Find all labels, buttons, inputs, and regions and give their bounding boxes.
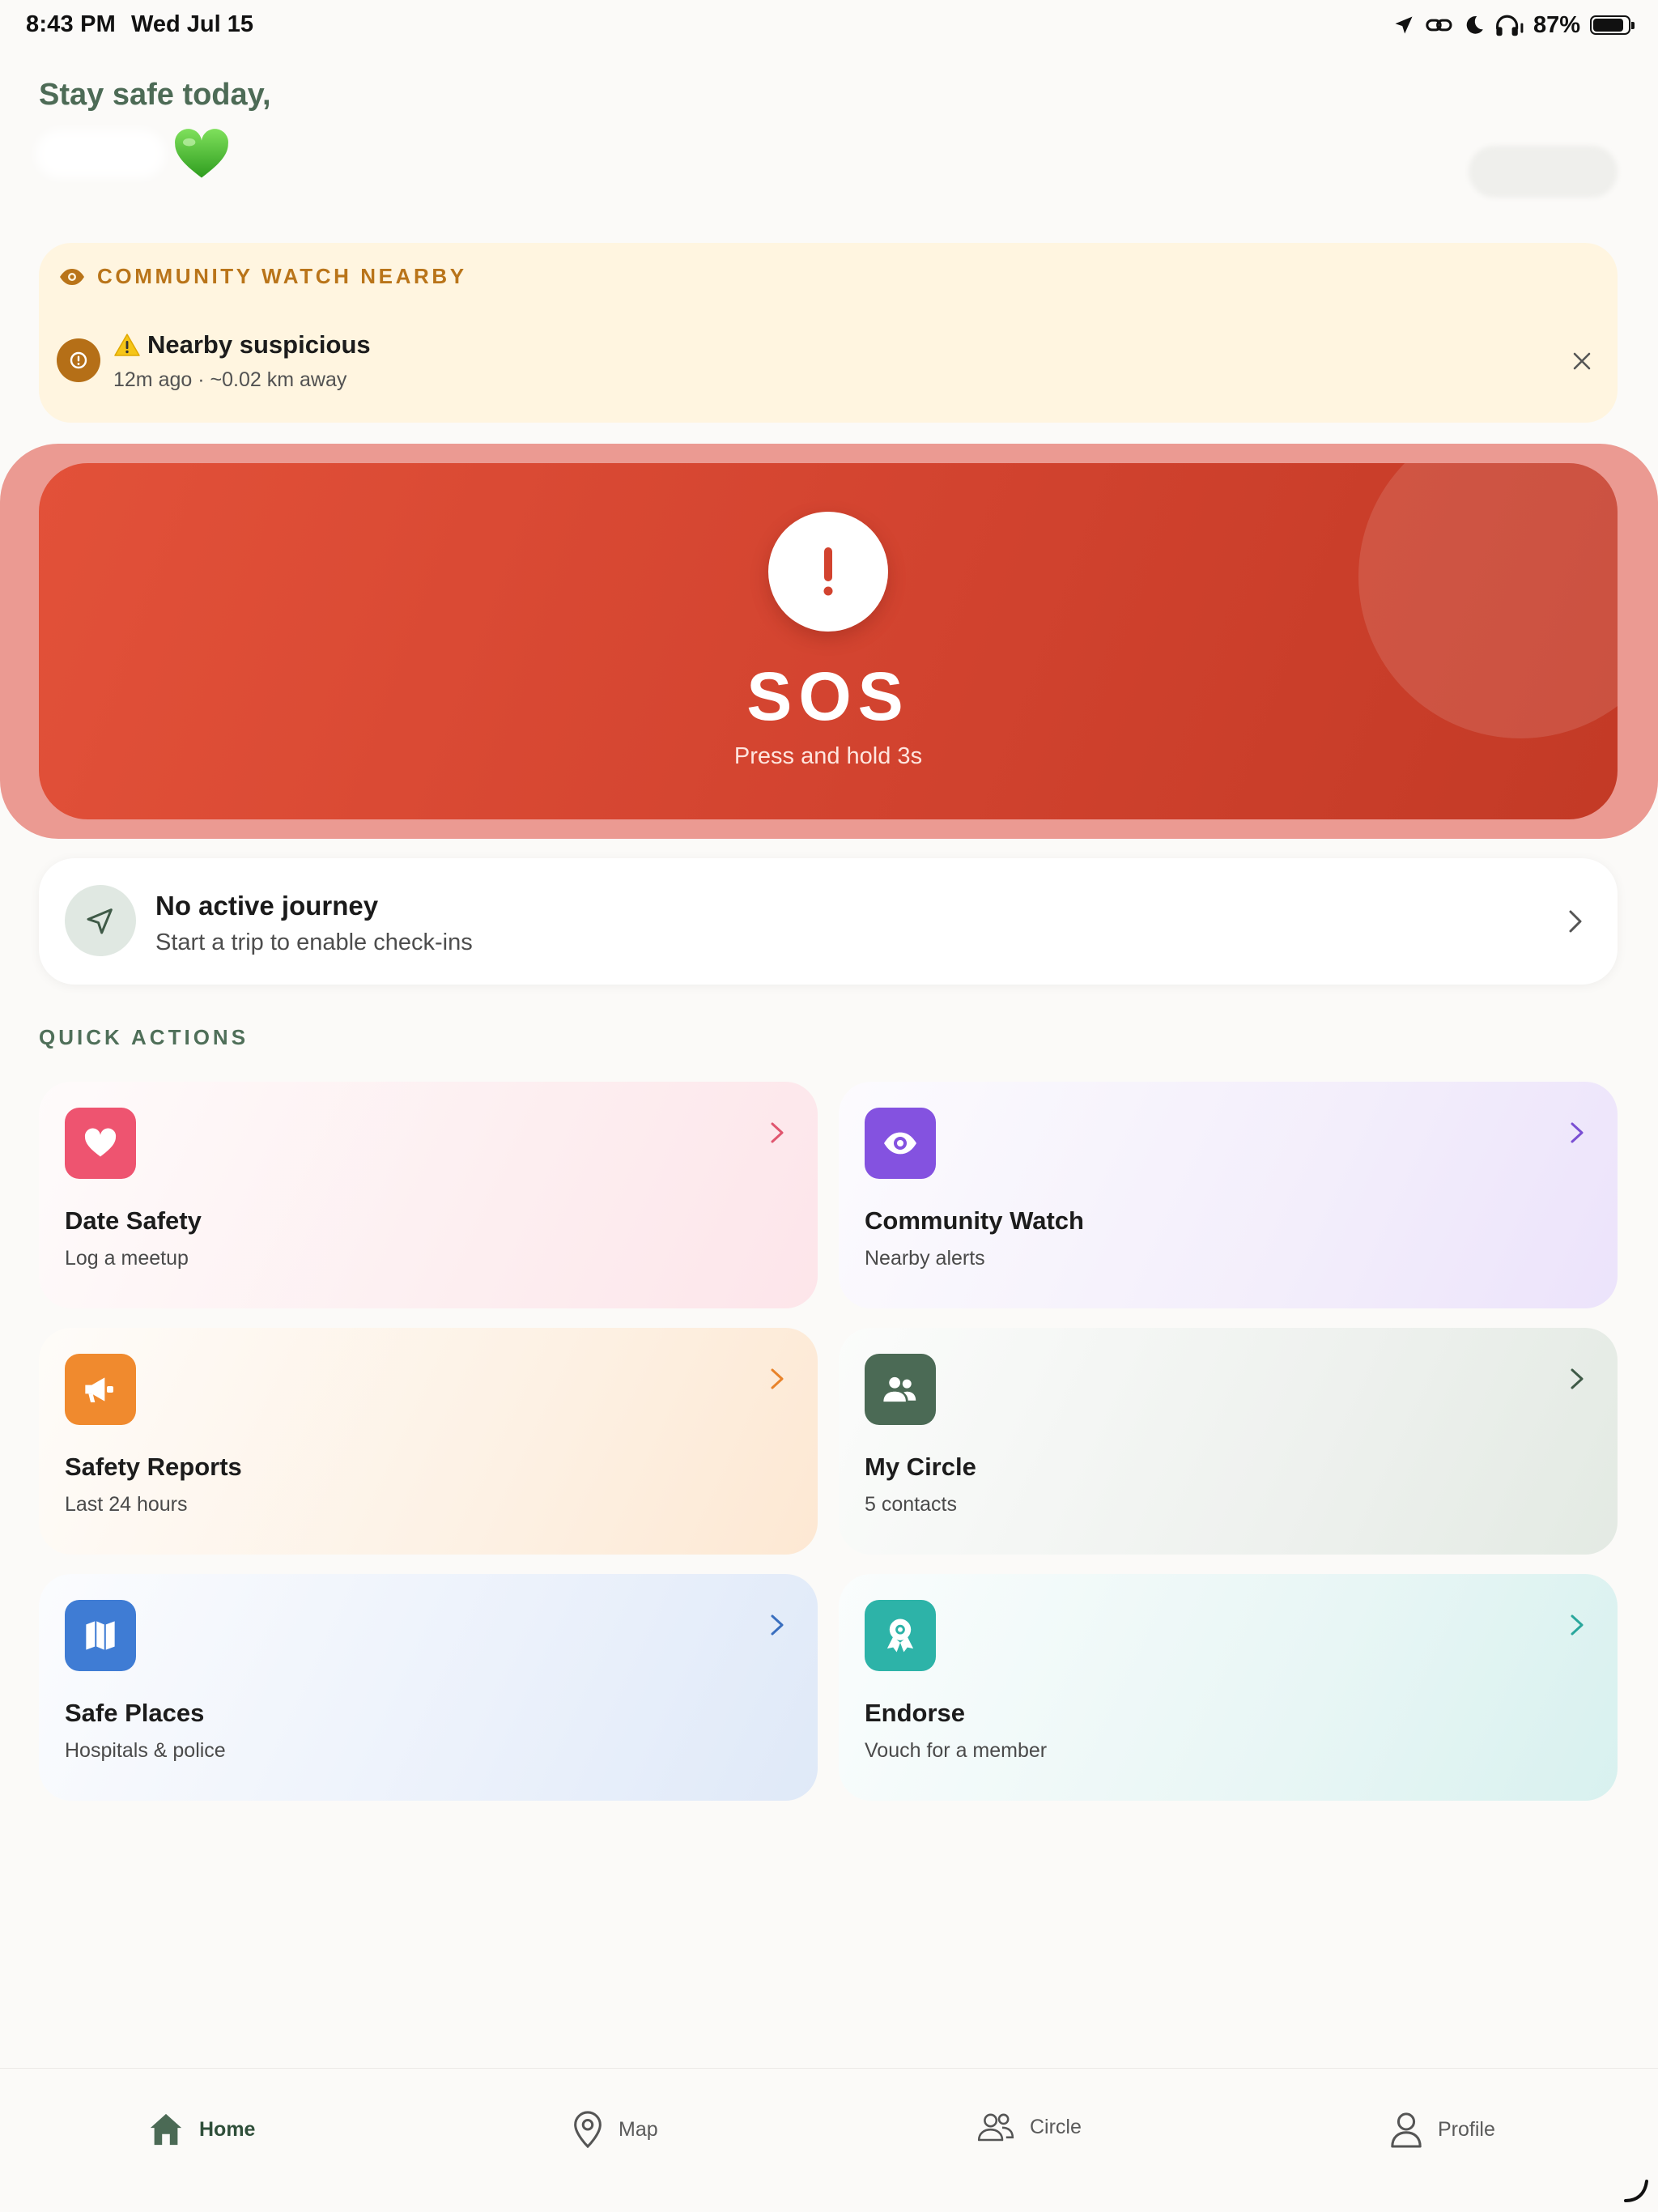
chevron-right-icon (1569, 910, 1582, 933)
map-pin-icon (574, 2111, 602, 2148)
card-subtitle: Nearby alerts (865, 1247, 985, 1270)
card-title: Endorse (865, 1699, 966, 1727)
moon-icon (1466, 16, 1483, 34)
tab-label: Map (619, 2117, 658, 2141)
eye-icon (865, 1108, 936, 1179)
quick-action-safe-places[interactable]: Safe Places Hospitals & police (39, 1574, 818, 1801)
status-icons: 87% (1392, 10, 1635, 40)
quick-actions-label: QUICK ACTIONS (39, 1025, 249, 1049)
megaphone-icon (65, 1354, 136, 1425)
warning-icon (114, 334, 140, 356)
navigation-arrow-icon (65, 885, 136, 956)
green-heart-icon (175, 129, 228, 178)
tab-label: Profile (1438, 2117, 1495, 2141)
sos-title: SOS (746, 658, 910, 734)
greeting-text: Stay safe today, (39, 78, 271, 112)
battery-icon (1590, 15, 1635, 35)
journey-title: No active journey (155, 891, 379, 921)
community-watch-header: COMMUNITY WATCH NEARBY (58, 264, 467, 289)
quick-action-date-safety[interactable]: Date Safety Log a meetup (39, 1082, 818, 1308)
card-subtitle: Vouch for a member (865, 1739, 1048, 1762)
community-watch-banner[interactable]: COMMUNITY WATCH NEARBY Nearby suspicious… (39, 243, 1618, 423)
chevron-right-icon (1571, 1368, 1584, 1389)
corner-indicator-icon (1624, 2180, 1648, 2202)
award-icon (865, 1600, 936, 1671)
card-title: Safety Reports (65, 1453, 242, 1481)
alert-title: Nearby suspicious (113, 330, 371, 359)
close-icon (1573, 352, 1591, 370)
quick-action-endorse[interactable]: Endorse Vouch for a member (839, 1574, 1618, 1801)
community-watch-title: COMMUNITY WATCH NEARBY (97, 264, 467, 288)
chevron-right-icon (771, 1368, 784, 1389)
close-alert-button[interactable] (1566, 345, 1598, 377)
people-icon (865, 1354, 936, 1425)
people-outline-icon (977, 2113, 1014, 2142)
chevron-right-icon (1571, 1614, 1584, 1636)
journey-card[interactable]: No active journey Start a trip to enable… (39, 858, 1618, 985)
link-icon (1426, 19, 1452, 32)
card-title: Date Safety (65, 1206, 202, 1235)
exclamation-icon (768, 512, 888, 632)
card-subtitle: 5 contacts (865, 1493, 957, 1516)
alert-title-text: Nearby suspicious (147, 330, 371, 359)
tab-profile[interactable]: Profile (1389, 2111, 1495, 2148)
location-arrow-icon (1395, 16, 1413, 34)
card-title: My Circle (865, 1453, 976, 1481)
tab-label: Home (199, 2117, 256, 2141)
home-icon (150, 2113, 182, 2146)
journey-subtitle: Start a trip to enable check-ins (155, 929, 473, 955)
header-pill-redacted[interactable] (1469, 146, 1618, 198)
alert-circle-icon (57, 338, 100, 382)
tab-label: Circle (1030, 2115, 1082, 2138)
tab-bar: Home Map Circle Profile (0, 2068, 1658, 2212)
card-subtitle: Last 24 hours (65, 1493, 188, 1516)
sos-button[interactable]: SOS Press and hold 3s (39, 463, 1618, 819)
status-date: Wed Jul 15 (131, 11, 253, 37)
alert-meta: 12m ago · ~0.02 km away (113, 368, 347, 391)
quick-action-community-watch[interactable]: Community Watch Nearby alerts (839, 1082, 1618, 1308)
user-name-redacted (36, 130, 165, 178)
heart-icon (65, 1108, 136, 1179)
status-time: 8:43 PM (26, 11, 116, 37)
chevron-right-icon (1571, 1122, 1584, 1143)
quick-action-my-circle[interactable]: My Circle 5 contacts (839, 1328, 1618, 1555)
battery-percent: 87% (1533, 11, 1580, 38)
person-icon (1391, 2112, 1422, 2148)
card-title: Safe Places (65, 1699, 205, 1727)
chevron-right-icon (771, 1122, 784, 1143)
quick-action-safety-reports[interactable]: Safety Reports Last 24 hours (39, 1328, 818, 1555)
tab-circle[interactable]: Circle (976, 2111, 1082, 2143)
eye-icon (60, 268, 84, 285)
chevron-right-icon (771, 1614, 784, 1636)
tab-map[interactable]: Map (572, 2111, 658, 2148)
card-subtitle: Log a meetup (65, 1247, 189, 1270)
card-title: Community Watch (865, 1206, 1084, 1235)
sos-subtitle: Press and hold 3s (733, 743, 923, 769)
map-icon (65, 1600, 136, 1671)
headphones-icon (1495, 15, 1524, 36)
card-subtitle: Hospitals & police (65, 1739, 226, 1762)
status-bar: 8:43 PM Wed Jul 15 87% (0, 0, 1658, 52)
tab-home[interactable]: Home (147, 2111, 255, 2148)
